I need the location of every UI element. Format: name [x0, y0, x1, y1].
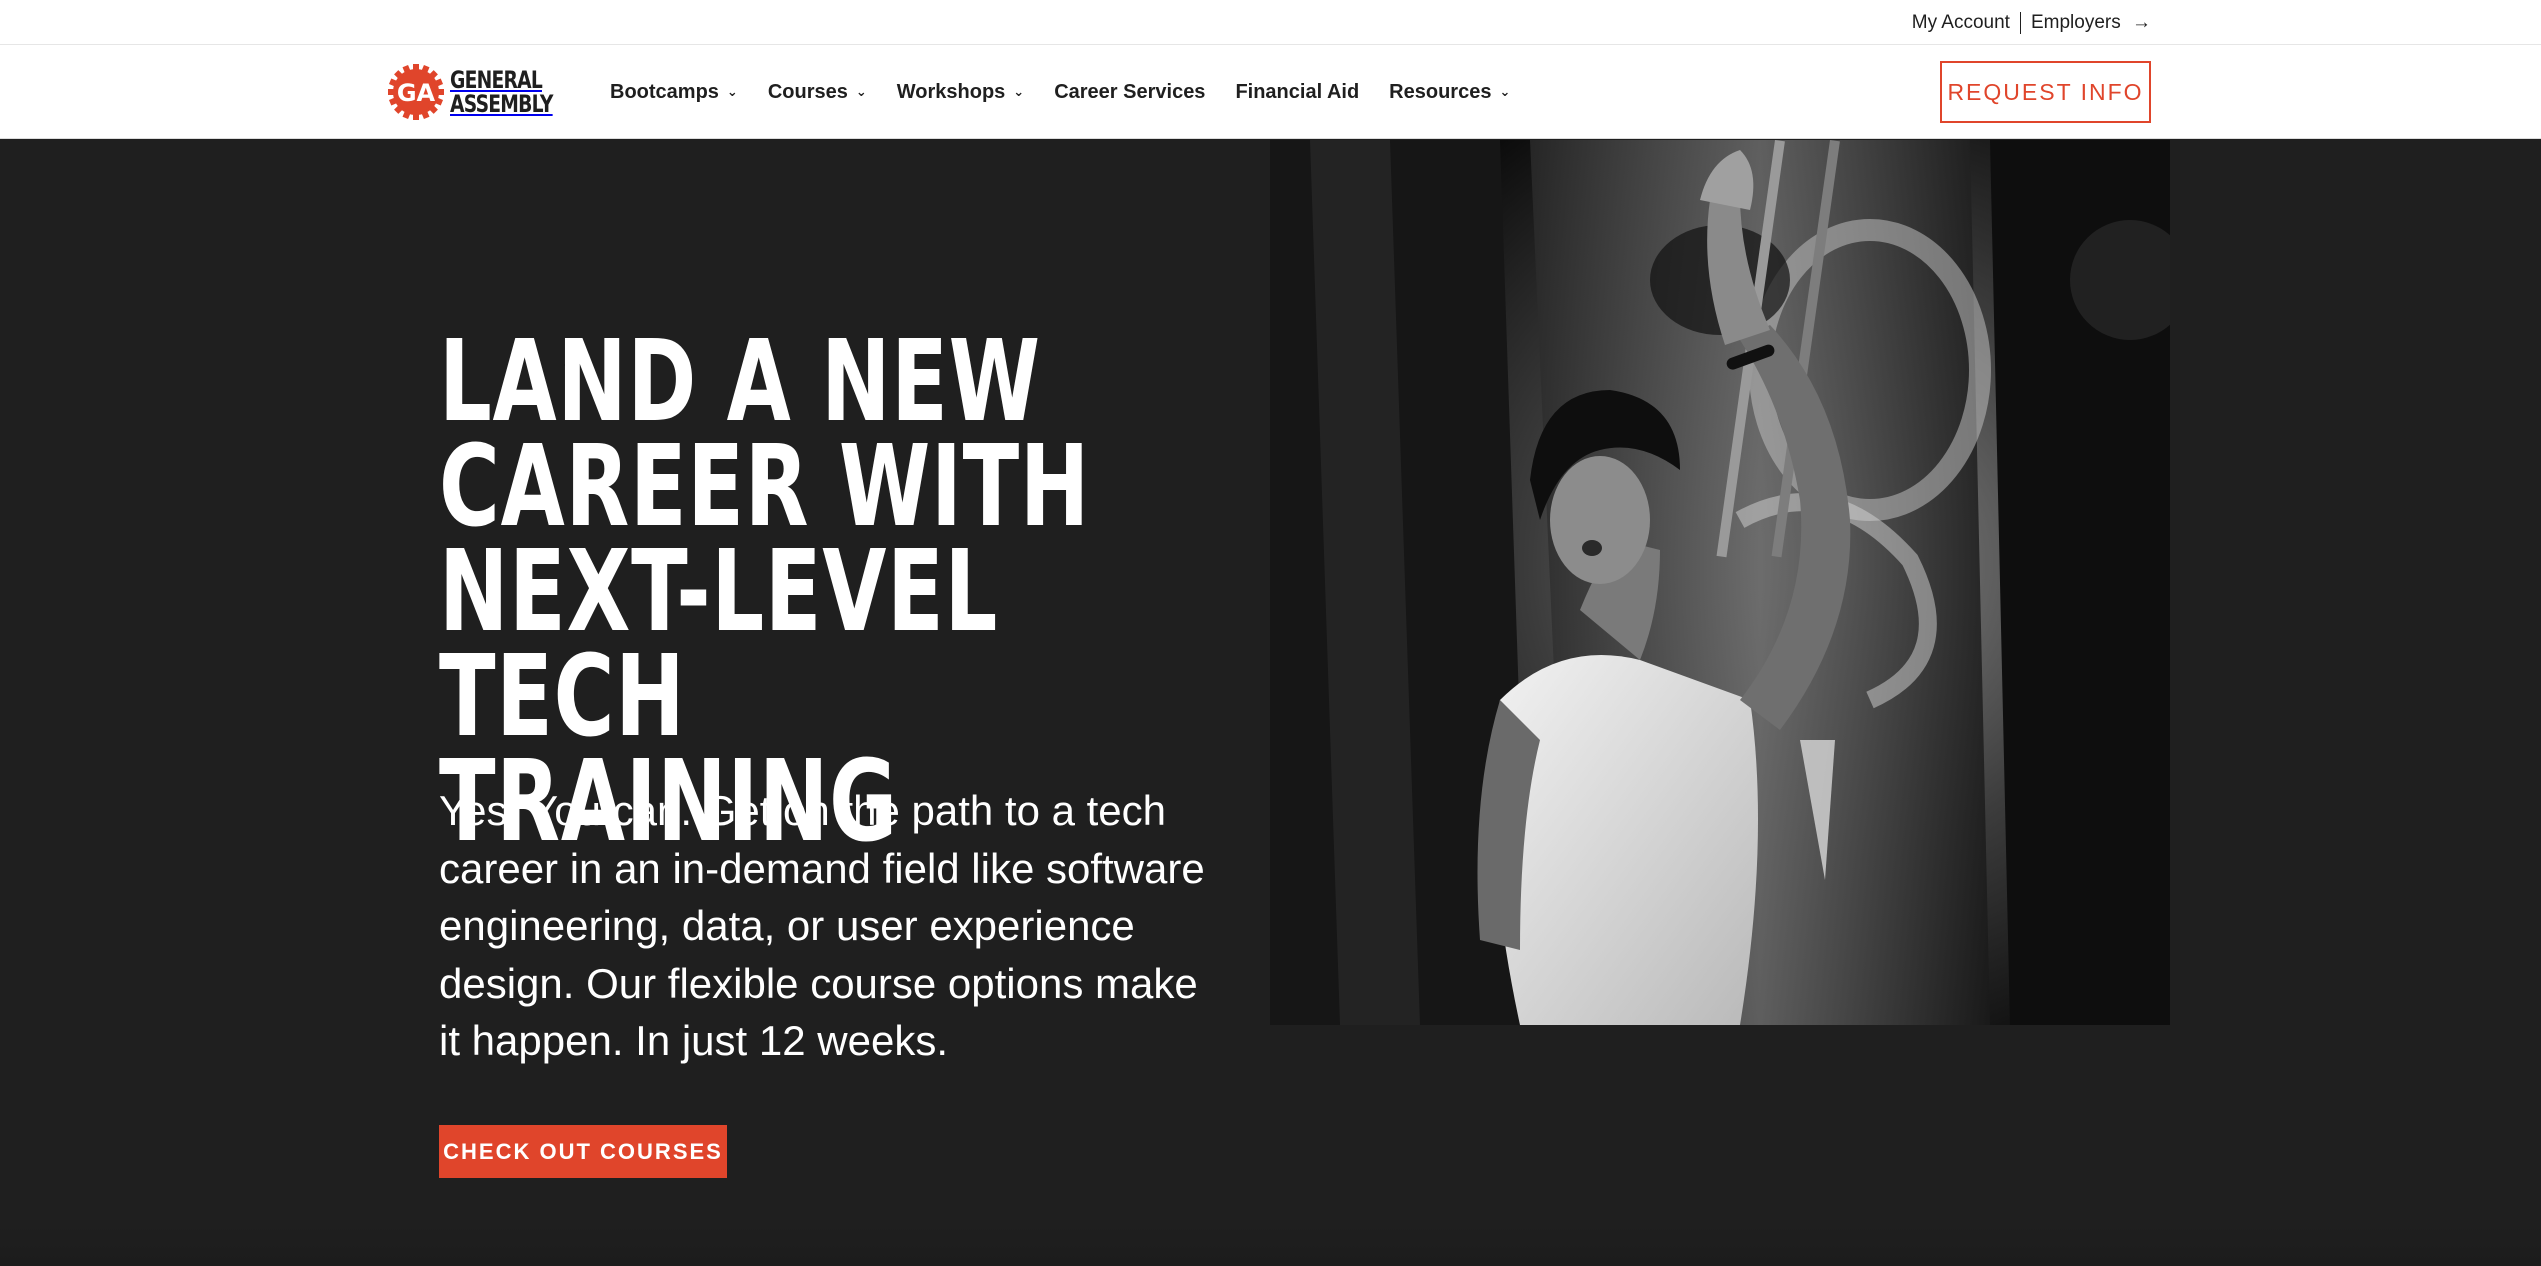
- nav-item-courses[interactable]: Courses ⌄: [768, 81, 867, 104]
- hero-title-line: CAREER WITH: [439, 422, 1090, 552]
- hero-photo: [1270, 140, 2170, 1025]
- employers-link[interactable]: Employers →: [2031, 12, 2151, 34]
- ga-gear-logo-icon: GA: [388, 64, 444, 120]
- hero-title-line: LAND A NEW: [439, 317, 1041, 447]
- main-navbar: GA GENERAL ASSEMBLY Bootcamps ⌄ Courses …: [0, 45, 2541, 139]
- nav-item-bootcamps[interactable]: Bootcamps ⌄: [610, 81, 738, 104]
- nav-item-workshops[interactable]: Workshops ⌄: [897, 81, 1024, 104]
- hero-title: LAND A NEW CAREER WITH NEXT-LEVEL TECH T…: [439, 317, 1201, 858]
- nav-item-financial-aid[interactable]: Financial Aid: [1235, 81, 1359, 104]
- nav-label: Financial Aid: [1235, 80, 1360, 103]
- nav-item-resources[interactable]: Resources ⌄: [1389, 81, 1510, 104]
- chevron-down-icon: ⌄: [1499, 84, 1511, 99]
- arrow-right-icon: →: [2132, 11, 2151, 33]
- primary-nav: Bootcamps ⌄ Courses ⌄ Workshops ⌄ Career…: [610, 45, 1540, 139]
- my-account-link[interactable]: My Account: [1912, 12, 2010, 34]
- general-assembly-logo[interactable]: GA GENERAL ASSEMBLY: [388, 63, 582, 121]
- utility-links: My Account Employers →: [1912, 0, 2151, 45]
- request-info-button[interactable]: REQUEST INFO: [1940, 61, 2151, 123]
- chevron-down-icon: ⌄: [726, 84, 738, 99]
- nav-label: Bootcamps: [610, 80, 719, 103]
- nav-label: Resources: [1389, 80, 1492, 103]
- check-out-courses-button[interactable]: CHECK OUT COURSES: [439, 1125, 727, 1178]
- nav-label: Career Services: [1054, 80, 1206, 103]
- hero-bottom-shade: [0, 1225, 2541, 1266]
- logo-badge-text: GA: [397, 79, 436, 107]
- nav-label: Courses: [767, 80, 848, 103]
- hero-section: LAND A NEW CAREER WITH NEXT-LEVEL TECH T…: [0, 140, 2541, 1266]
- hero-subtitle: Yes. You can. Get on the path to a tech …: [439, 787, 1205, 1064]
- nav-item-career-services[interactable]: Career Services: [1054, 81, 1205, 104]
- logo-line-assembly: ASSEMBLY: [450, 90, 553, 118]
- utility-bar: My Account Employers →: [0, 0, 2541, 45]
- utility-divider: [2019, 11, 2021, 34]
- employers-label: Employers: [2030, 11, 2121, 33]
- nav-label: Workshops: [896, 80, 1006, 103]
- chevron-down-icon: ⌄: [1013, 84, 1025, 99]
- logo-wordmark: GENERAL ASSEMBLY: [450, 68, 553, 116]
- logo-line-general: GENERAL: [450, 66, 543, 94]
- hero-title-line: NEXT-LEVEL TECH: [439, 527, 999, 762]
- chevron-down-icon: ⌄: [855, 84, 867, 99]
